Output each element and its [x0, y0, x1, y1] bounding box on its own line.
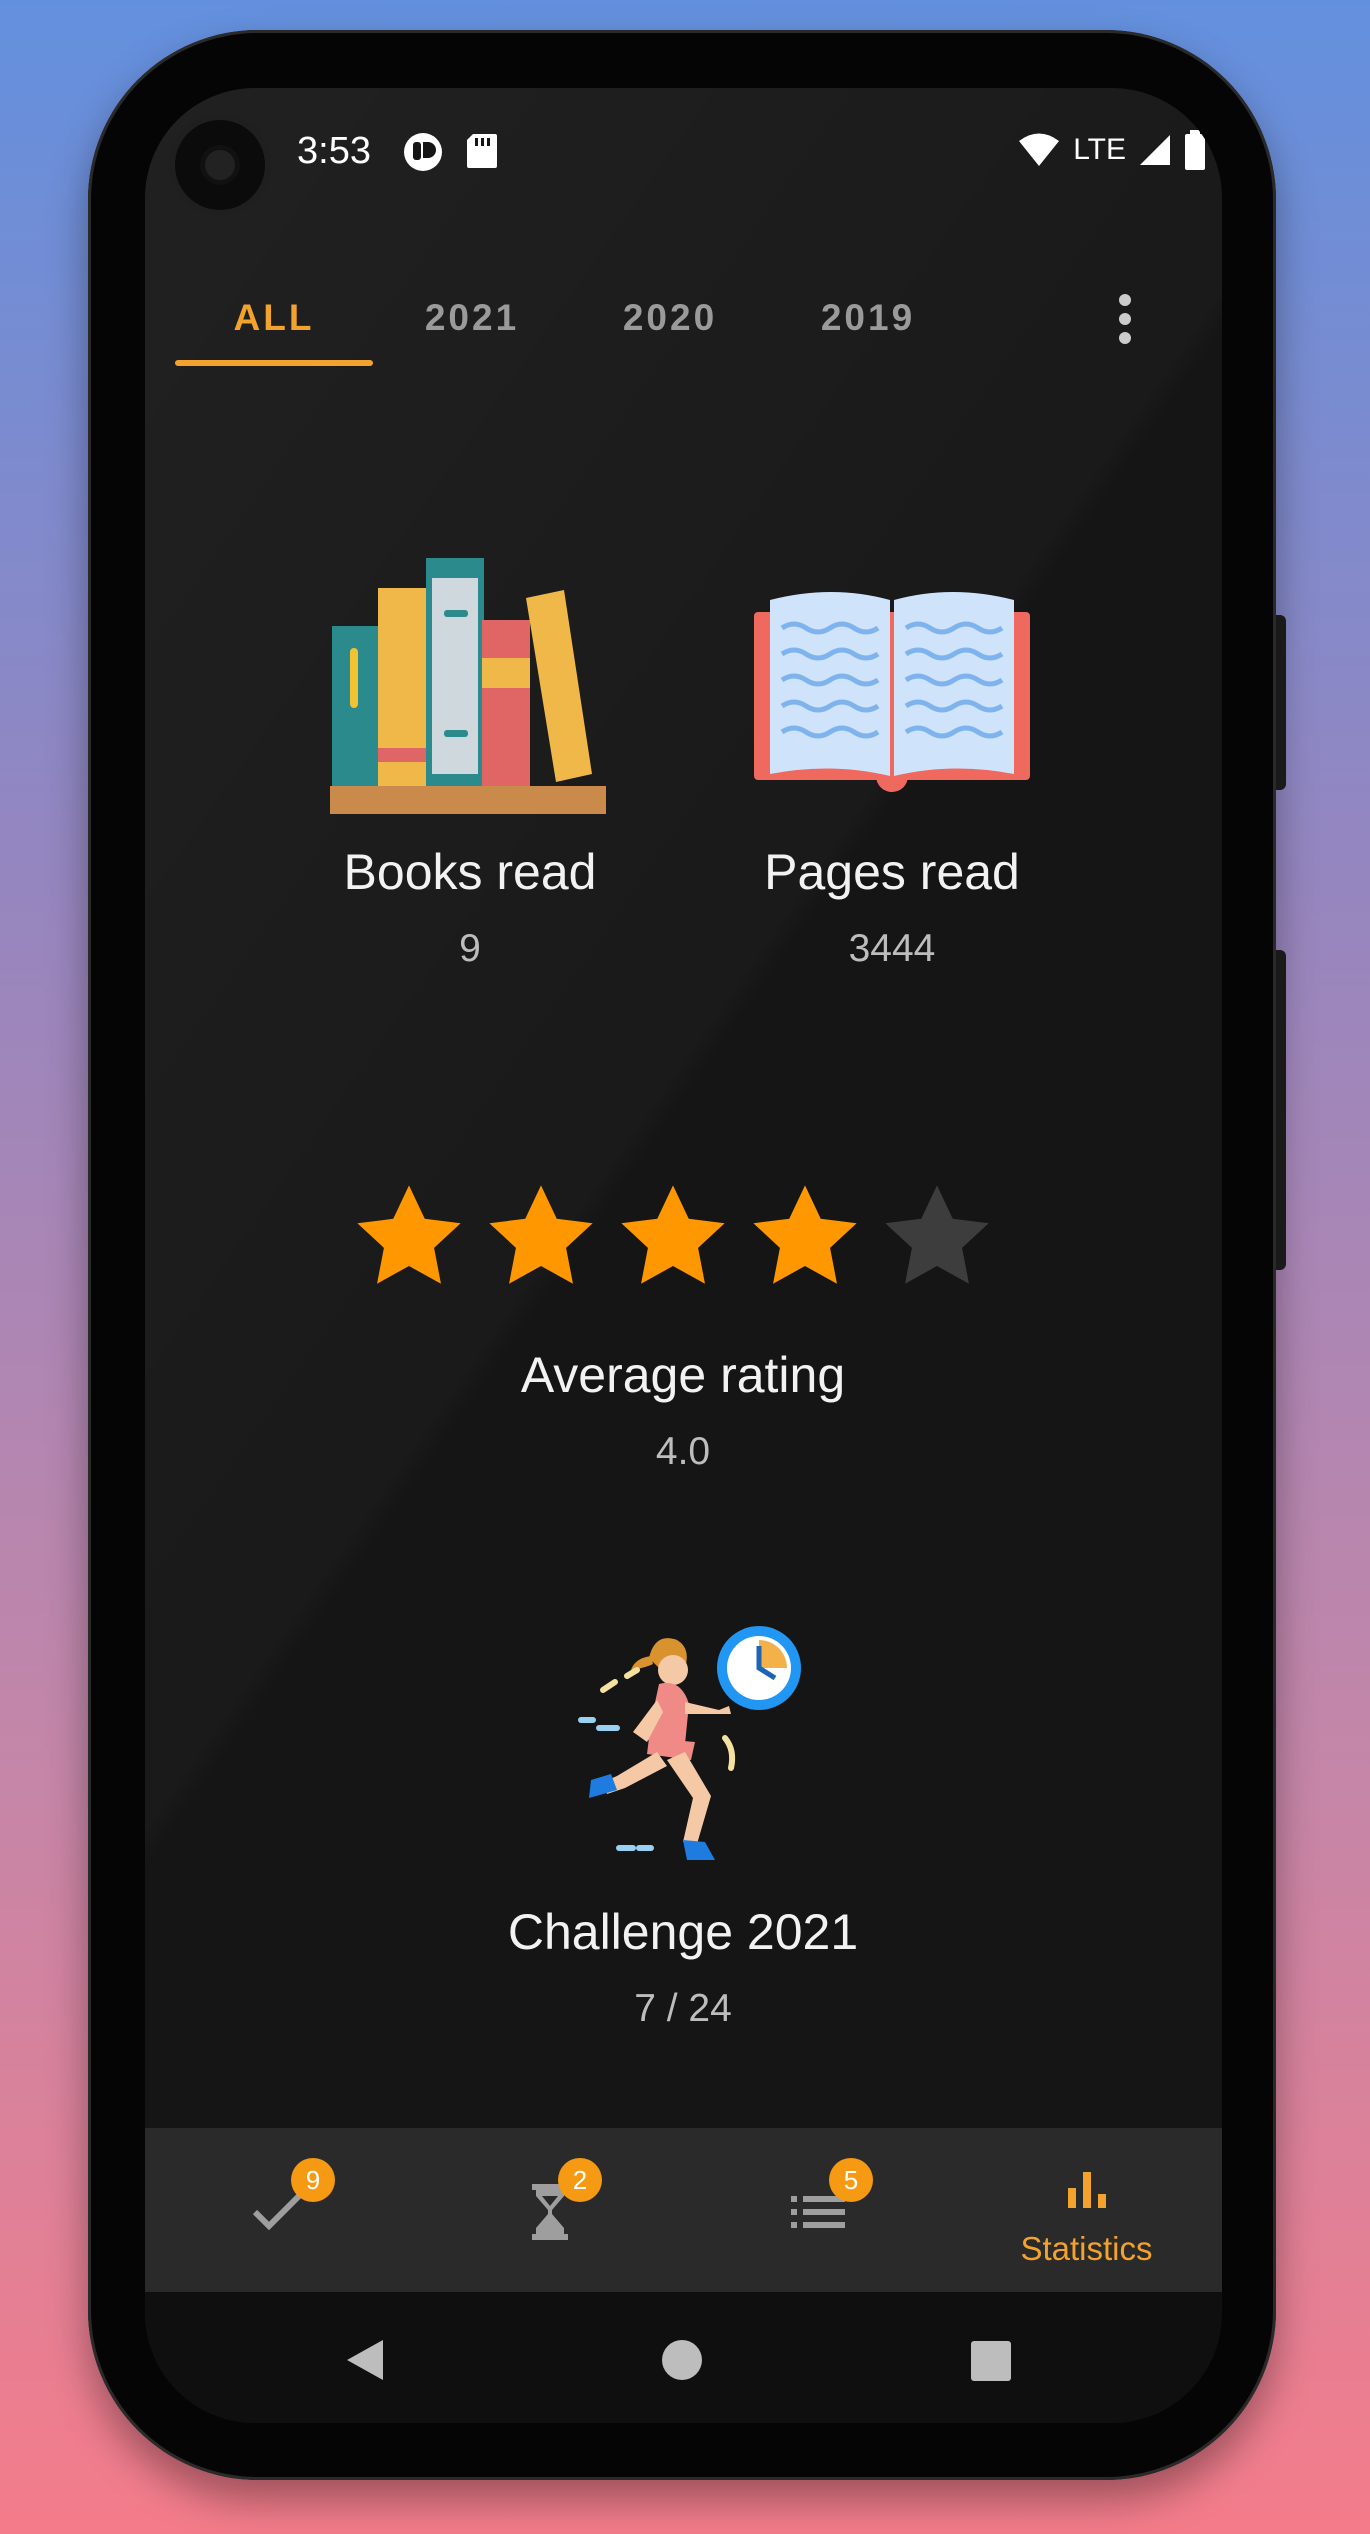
read-count-badge: 9	[291, 2158, 335, 2202]
tab-2021[interactable]: 2021	[373, 268, 571, 368]
back-icon[interactable]	[343, 2336, 387, 2384]
sd-card-icon	[467, 134, 497, 168]
system-navigation-bar	[145, 2292, 1222, 2423]
runner-clock-icon	[578, 1626, 801, 1860]
books-read-stat: Books read 9	[305, 843, 635, 971]
challenge-stat: Challenge 2021 7 / 24	[433, 1903, 933, 2031]
open-book-icon	[754, 592, 1030, 792]
power-button	[1276, 615, 1286, 790]
signal-icon	[1140, 135, 1170, 165]
star-icon	[885, 1185, 989, 1284]
average-rating-value: 4.0	[655, 1430, 711, 1473]
bar-chart-icon	[1068, 2172, 1106, 2208]
status-right: LTE	[1017, 130, 1206, 170]
volume-button	[1276, 950, 1286, 1270]
tab-2019[interactable]: 2019	[769, 268, 967, 368]
nav-statistics[interactable]: Statistics	[952, 2128, 1221, 2292]
pages-read-stat: Pages read 3444	[727, 843, 1057, 971]
star-icon	[753, 1185, 857, 1284]
status-time: 3:53	[297, 130, 371, 172]
average-rating-stat: Average rating 4.0	[433, 1346, 933, 1474]
books-read-value: 9	[459, 927, 481, 970]
nav-to-read[interactable]: 5	[683, 2128, 952, 2292]
notification-app-icon	[404, 133, 442, 171]
statistics-label: Statistics	[1020, 2230, 1153, 2267]
year-tabs: ALL 2021 2020 2019	[175, 268, 1195, 368]
star-icon	[621, 1185, 725, 1284]
challenge-label: Challenge 2021	[507, 1904, 859, 1960]
recents-icon[interactable]	[970, 2340, 1012, 2382]
tab-2020[interactable]: 2020	[571, 268, 769, 368]
active-tab-indicator	[175, 360, 373, 366]
tab-all[interactable]: ALL	[175, 268, 373, 368]
bookshelf-icon	[330, 558, 606, 814]
wifi-icon	[1019, 133, 1060, 166]
star-icon	[489, 1185, 593, 1284]
front-camera	[175, 120, 265, 210]
bottom-navigation: 9 2 5 Statistics	[145, 2128, 1222, 2292]
rating-stars	[350, 1178, 1030, 1318]
nav-reading[interactable]: 2	[414, 2128, 683, 2292]
to-read-count-badge: 5	[829, 2158, 873, 2202]
star-icon	[357, 1185, 461, 1284]
pages-read-label: Pages read	[764, 844, 1020, 900]
challenge-value: 7 / 24	[634, 1987, 732, 2030]
home-icon[interactable]	[660, 2338, 704, 2382]
app-screen: 3:53 LTE ALL 2021 2020 2019 Books read 9…	[145, 88, 1222, 2423]
nav-read-books[interactable]: 9	[145, 2128, 414, 2292]
reading-count-badge: 2	[558, 2158, 602, 2202]
network-type-label: LTE	[1073, 133, 1126, 166]
battery-icon	[1185, 130, 1205, 170]
books-read-label: Books read	[343, 844, 597, 900]
list-icon	[791, 2196, 845, 2228]
overflow-menu-icon[interactable]	[1095, 286, 1155, 350]
average-rating-label: Average rating	[520, 1347, 846, 1403]
pages-read-value: 3444	[848, 927, 936, 970]
